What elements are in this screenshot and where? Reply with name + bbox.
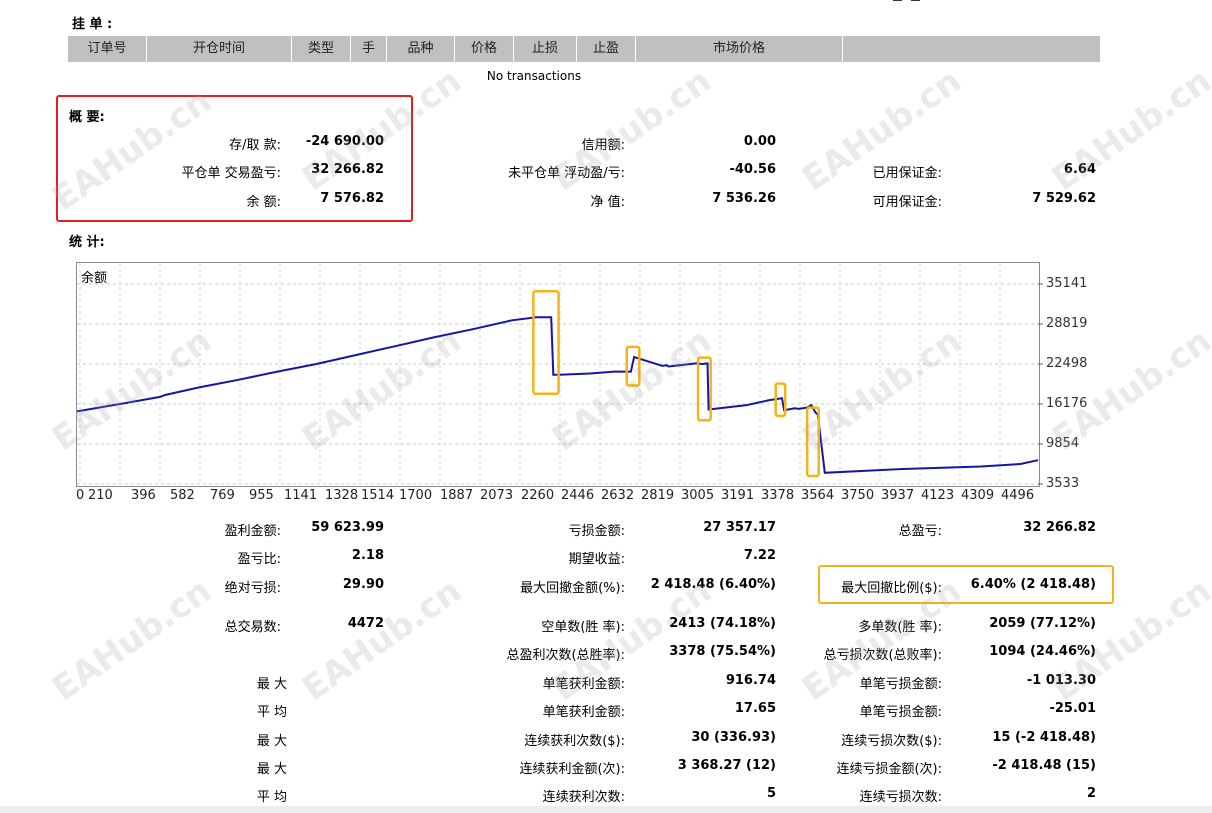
- orders-title: 挂 单 :: [72, 17, 113, 32]
- x-tick: 3005: [681, 488, 715, 503]
- stat-max-consec-loss-label: 连续亏损金额(次):: [836, 762, 942, 777]
- stat-gross-loss-value: 27 357.17: [703, 520, 776, 535]
- stat-gross-profit-label: 盈利金额:: [224, 524, 281, 539]
- stat-rel-drawdown-value: 6.40% (2 418.48): [970, 577, 1096, 592]
- chart-title: 余额: [81, 271, 108, 286]
- stat-net-profit-value: 32 266.82: [1023, 520, 1096, 535]
- x-tick: 2260: [521, 488, 555, 503]
- stat-avg-consec-losses-value: 2: [1086, 786, 1096, 801]
- y-tick: 3533: [1046, 476, 1080, 491]
- stat-largest-profit-value: 916.74: [725, 673, 776, 688]
- x-tick: 3750: [841, 488, 875, 503]
- x-tick: 3191: [721, 488, 755, 503]
- x-tick: 2073: [480, 488, 514, 503]
- summary-deposit-label: 存/取 款:: [229, 138, 281, 153]
- watermark: EAHub.cn: [1045, 60, 1212, 200]
- stat-avg-profit-label: 单笔获利金额:: [542, 705, 625, 720]
- no-transactions-text: No transactions: [486, 69, 582, 83]
- stat-net-profit-label: 总盈亏:: [898, 524, 942, 539]
- stat-gross-profit-value: 59 623.99: [311, 520, 384, 535]
- stat-profit-factor-label: 盈亏比:: [237, 552, 281, 567]
- stat-profit-factor-value: 2.18: [351, 548, 384, 563]
- col-take-profit[interactable]: 止盈: [577, 36, 636, 62]
- stat-abs-drawdown-label: 绝对亏损:: [224, 581, 281, 596]
- summary-closed-pl-label: 平仓单 交易盈亏:: [181, 166, 281, 181]
- x-tick: 1514: [361, 488, 395, 503]
- col-price[interactable]: 价格: [455, 36, 514, 62]
- bottom-divider: [0, 806, 1212, 813]
- col-lots[interactable]: 手: [351, 36, 387, 62]
- summary-equity-value: 7 536.26: [712, 191, 776, 206]
- stat-row-max: 最 大: [256, 762, 287, 777]
- stat-avg-profit-value: 17.65: [734, 701, 776, 716]
- stat-max-drawdown-label: 最大回撤金额(%):: [520, 581, 625, 596]
- summary-free-margin-label: 可用保证金:: [872, 195, 942, 210]
- x-tick: 396: [131, 488, 156, 503]
- y-tick: 22498: [1046, 356, 1088, 371]
- col-symbol[interactable]: 品种: [387, 36, 455, 62]
- stat-max-consec-wins-label: 连续获利次数($):: [524, 734, 625, 749]
- watermark: EAHub.cn: [45, 570, 219, 710]
- x-tick: 1887: [440, 488, 474, 503]
- x-tick: 4496: [1001, 488, 1035, 503]
- stat-long-trades-value: 2059 (77.12%): [989, 616, 1096, 631]
- x-tick: 1328: [325, 488, 359, 503]
- x-tick: 2819: [641, 488, 675, 503]
- x-tick: 582: [170, 488, 195, 503]
- stat-profit-trades-value: 3378 (75.54%): [669, 644, 776, 659]
- x-tick: 4123: [921, 488, 955, 503]
- summary-floating-pl-value: -40.56: [729, 162, 776, 177]
- x-tick: 3937: [881, 488, 915, 503]
- x-tick: 4309: [961, 488, 995, 503]
- stat-row-max: 最 大: [256, 677, 287, 692]
- summary-used-margin-label: 已用保证金:: [872, 166, 942, 181]
- stat-row-avg: 平 均: [256, 790, 287, 805]
- stat-total-trades-label: 总交易数:: [224, 620, 281, 635]
- col-extra: [843, 36, 1100, 62]
- stat-max-consec-wins-value: 30 (336.93): [691, 730, 776, 745]
- stat-avg-consec-wins-label: 连续获利次数:: [542, 790, 625, 805]
- summary-credit-value: 0.00: [743, 134, 776, 149]
- x-tick: 1700: [399, 488, 433, 503]
- summary-equity-label: 净 值:: [590, 195, 625, 210]
- summary-balance-label: 余 额:: [246, 195, 281, 210]
- summary-title: 概 要:: [69, 110, 105, 125]
- x-tick: 955: [249, 488, 274, 503]
- col-stop-loss[interactable]: 止损: [514, 36, 577, 62]
- corner-glyph: [893, 0, 920, 1]
- stat-max-consec-losses-label: 连续亏损次数($):: [841, 734, 942, 749]
- stat-avg-consec-wins-value: 5: [766, 786, 776, 801]
- x-tick: 3378: [761, 488, 795, 503]
- stat-avg-loss-label: 单笔亏损金额:: [859, 705, 942, 720]
- x-tick: 3564: [801, 488, 835, 503]
- orders-table-header: 订单号 开仓时间 类型 手 品种 价格 止损 止盈 市场价格: [68, 36, 1100, 62]
- x-tick: 210: [88, 488, 113, 503]
- stat-max-consec-losses-value: 15 (-2 418.48): [992, 730, 1096, 745]
- x-tick: 769: [210, 488, 235, 503]
- stat-expected-payoff-value: 7.22: [743, 548, 776, 563]
- watermark: EAHub.cn: [1045, 320, 1212, 460]
- stat-row-avg: 平 均: [256, 705, 287, 720]
- summary-balance-value: 7 576.82: [320, 191, 384, 206]
- stat-row-max: 最 大: [256, 734, 287, 749]
- x-tick: 1141: [284, 488, 318, 503]
- x-tick: 2632: [601, 488, 635, 503]
- col-market-price[interactable]: 市场价格: [636, 36, 843, 62]
- stat-largest-loss-label: 单笔亏损金额:: [859, 677, 942, 692]
- stat-gross-loss-label: 亏损金额:: [568, 524, 625, 539]
- x-tick: 2446: [561, 488, 595, 503]
- y-tick: 35141: [1046, 276, 1088, 291]
- col-open-time[interactable]: 开仓时间: [147, 36, 292, 62]
- stat-expected-payoff-label: 期望收益:: [568, 552, 625, 567]
- stat-max-consec-loss-value: -2 418.48 (15): [992, 758, 1096, 773]
- stat-avg-consec-losses-label: 连续亏损次数:: [859, 790, 942, 805]
- stat-abs-drawdown-value: 29.90: [342, 577, 384, 592]
- stat-max-consec-profit-label: 连续获利金额(次):: [519, 762, 625, 777]
- y-tick: 28819: [1046, 316, 1088, 331]
- x-tick: 0: [76, 488, 85, 503]
- col-type[interactable]: 类型: [292, 36, 351, 62]
- stats-title: 统 计:: [69, 235, 105, 250]
- stat-max-consec-profit-value: 3 368.27 (12): [677, 758, 776, 773]
- col-order-id[interactable]: 订单号: [68, 36, 147, 62]
